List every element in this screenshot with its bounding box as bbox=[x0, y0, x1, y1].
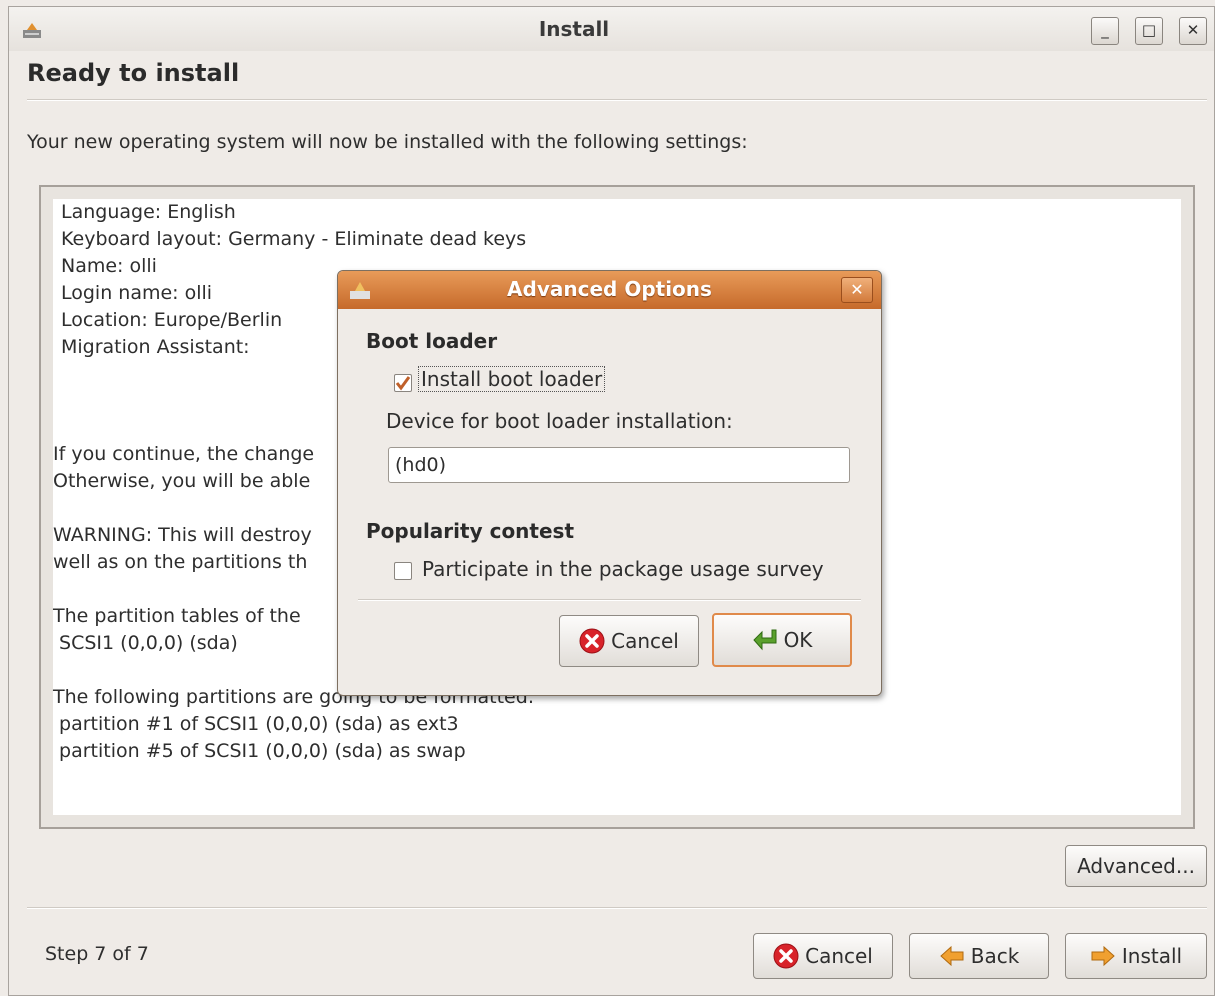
install-boot-loader-checkbox[interactable] bbox=[394, 374, 412, 392]
intro-text: Your new operating system will now be in… bbox=[27, 131, 748, 153]
dialog-title-bar[interactable]: Advanced Options ✕ bbox=[338, 271, 881, 309]
summary-line: Login name: olli bbox=[61, 282, 213, 304]
summary-line: Keyboard layout: Germany - Eliminate dea… bbox=[61, 228, 527, 250]
summary-line: Location: Europe/Berlin bbox=[61, 309, 283, 331]
advanced-options-dialog: Advanced Options ✕ Boot loader Install b… bbox=[337, 270, 882, 696]
dialog-divider bbox=[358, 599, 861, 601]
cancel-button-label: Cancel bbox=[805, 944, 873, 968]
back-button[interactable]: Back bbox=[909, 933, 1049, 979]
summary-line: well as on the partitions th bbox=[53, 551, 308, 573]
summary-line: Language: English bbox=[61, 201, 236, 223]
survey-checkbox[interactable] bbox=[394, 562, 412, 580]
survey-label[interactable]: Participate in the package usage survey bbox=[422, 557, 824, 581]
back-arrow-icon bbox=[939, 945, 964, 967]
page-title: Ready to install bbox=[27, 59, 240, 87]
popularity-heading: Popularity contest bbox=[366, 519, 575, 543]
summary-line: SCSI1 (0,0,0) (sda) bbox=[53, 632, 238, 654]
summary-line: Otherwise, you will be able bbox=[53, 470, 311, 492]
install-button[interactable]: Install bbox=[1065, 933, 1207, 979]
advanced-button[interactable]: Advanced... bbox=[1065, 845, 1207, 887]
dialog-cancel-button[interactable]: Cancel bbox=[559, 615, 699, 667]
dialog-close-button[interactable]: ✕ bbox=[841, 277, 873, 303]
minimize-button[interactable]: _ bbox=[1091, 17, 1119, 45]
dialog-ok-label: OK bbox=[783, 628, 813, 652]
close-window-button[interactable]: ✕ bbox=[1179, 17, 1207, 45]
cancel-button[interactable]: Cancel bbox=[753, 933, 893, 979]
cancel-icon bbox=[773, 943, 799, 969]
boot-loader-heading: Boot loader bbox=[366, 329, 498, 353]
ok-arrow-icon bbox=[752, 629, 777, 651]
header-divider bbox=[27, 99, 1207, 101]
install-button-label: Install bbox=[1121, 944, 1183, 968]
summary-line: partition #1 of SCSI1 (0,0,0) (sda) as e… bbox=[53, 713, 459, 735]
dialog-title: Advanced Options bbox=[507, 277, 712, 301]
summary-line: If you continue, the change bbox=[53, 443, 315, 465]
footer-divider bbox=[27, 907, 1207, 909]
summary-line: The partition tables of the bbox=[53, 605, 301, 627]
maximize-button[interactable]: □ bbox=[1135, 17, 1163, 45]
device-label: Device for boot loader installation: bbox=[386, 409, 733, 433]
device-input[interactable]: (hd0) bbox=[388, 447, 850, 483]
window-title: Install bbox=[538, 17, 610, 41]
checkmark-icon bbox=[395, 376, 411, 391]
title-bar[interactable]: Install _ □ ✕ bbox=[9, 7, 1214, 51]
cancel-icon bbox=[579, 628, 605, 654]
advanced-button-label: Advanced... bbox=[1077, 854, 1195, 878]
summary-line: Migration Assistant: bbox=[61, 336, 250, 358]
dialog-cancel-label: Cancel bbox=[611, 629, 679, 653]
back-button-label: Back bbox=[970, 944, 1020, 968]
install-boot-loader-label[interactable]: Install boot loader bbox=[418, 366, 606, 392]
forward-arrow-icon bbox=[1091, 945, 1115, 967]
dialog-ok-button[interactable]: OK bbox=[712, 613, 852, 667]
summary-line: partition #5 of SCSI1 (0,0,0) (sda) as s… bbox=[53, 740, 466, 762]
step-indicator: Step 7 of 7 bbox=[45, 943, 149, 965]
summary-line: Name: olli bbox=[61, 255, 157, 277]
summary-line: WARNING: This will destroy bbox=[53, 524, 312, 546]
